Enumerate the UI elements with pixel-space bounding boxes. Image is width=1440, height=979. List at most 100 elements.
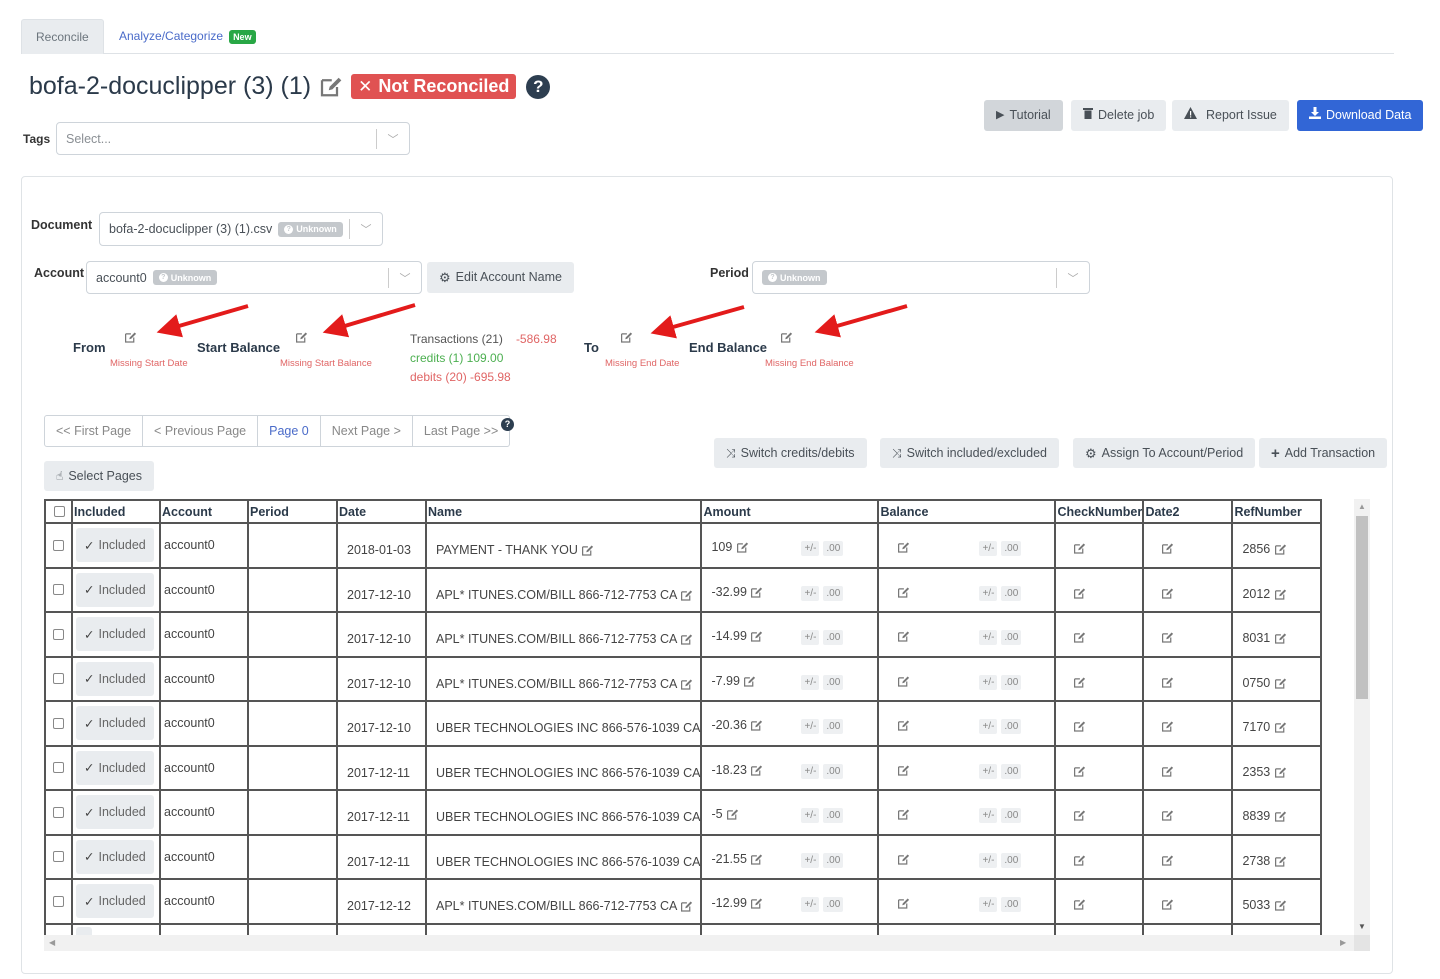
current-page[interactable]: Page 0 <box>258 416 321 446</box>
edit-checknumber-icon[interactable] <box>1073 587 1086 600</box>
amount-sign-toggle[interactable]: +/- <box>801 541 820 557</box>
period-select[interactable]: ? Unknown ﹀ <box>752 261 1090 294</box>
balance-sign-toggle[interactable]: +/- <box>979 808 998 824</box>
edit-amount-icon[interactable] <box>750 897 763 910</box>
amount-decimals-button[interactable]: .00 <box>823 674 844 690</box>
edit-account-name-button[interactable]: ⚙ Edit Account Name <box>427 262 574 293</box>
chevron-down-icon[interactable]: ﹀ <box>389 270 421 286</box>
row-checkbox[interactable] <box>53 539 64 551</box>
edit-date2-icon[interactable] <box>1161 587 1174 600</box>
edit-date2-icon[interactable] <box>1161 631 1174 644</box>
assign-account-period-button[interactable]: ⚙ Assign To Account/Period <box>1073 438 1256 468</box>
edit-balance-icon[interactable] <box>897 764 910 777</box>
first-page-button[interactable]: << First Page <box>45 416 144 446</box>
row-checkbox[interactable] <box>53 717 64 729</box>
row-checkbox[interactable] <box>53 851 64 863</box>
edit-amount-icon[interactable] <box>750 586 763 599</box>
edit-name-icon[interactable] <box>680 589 693 602</box>
column-header[interactable]: Account <box>159 499 249 524</box>
edit-amount-icon[interactable] <box>736 541 749 554</box>
included-toggle-button[interactable]: ✓ Included <box>76 661 154 696</box>
switch-credits-debits-button[interactable]: ⤨ Switch credits/debits <box>714 438 867 468</box>
balance-sign-toggle[interactable]: +/- <box>979 852 998 868</box>
switch-included-excluded-button[interactable]: ⤨ Switch included/excluded <box>880 438 1059 468</box>
vertical-scroll-thumb[interactable] <box>1356 516 1368 699</box>
balance-decimals-button[interactable]: .00 <box>1001 852 1022 868</box>
document-select[interactable]: bofa-2-docuclipper (3) (1).csv ? Unknown … <box>99 212 383 246</box>
edit-amount-icon[interactable] <box>750 853 763 866</box>
amount-decimals-button[interactable]: .00 <box>823 541 844 557</box>
amount-sign-toggle[interactable]: +/- <box>801 674 820 690</box>
chevron-down-icon[interactable]: ﹀ <box>1057 270 1089 286</box>
included-toggle-button[interactable]: ✓ Included <box>76 795 154 830</box>
scroll-down-icon[interactable]: ▼ <box>1358 922 1366 931</box>
included-toggle-button[interactable]: ✓ Included <box>76 617 154 652</box>
amount-sign-toggle[interactable]: +/- <box>801 630 820 646</box>
edit-checknumber-icon[interactable] <box>1073 676 1086 689</box>
edit-start-balance-icon[interactable] <box>295 331 308 344</box>
amount-decimals-button[interactable]: .00 <box>823 719 844 735</box>
edit-amount-icon[interactable] <box>743 675 756 688</box>
select-pages-button[interactable]: ☝ Select Pages <box>44 461 154 491</box>
tab-reconcile[interactable]: Reconcile <box>21 19 104 54</box>
delete-job-button[interactable]: Delete job <box>1071 100 1167 131</box>
edit-checknumber-icon[interactable] <box>1073 631 1086 644</box>
column-header[interactable]: Name <box>424 499 703 524</box>
edit-balance-icon[interactable] <box>897 675 910 688</box>
edit-amount-icon[interactable] <box>750 764 763 777</box>
amount-sign-toggle[interactable]: +/- <box>801 897 820 913</box>
included-toggle-button[interactable]: ✓ Included <box>76 750 154 785</box>
column-header[interactable]: Balance <box>877 499 1057 524</box>
edit-refnumber-icon[interactable] <box>1274 899 1287 912</box>
edit-refnumber-icon[interactable] <box>1274 721 1287 734</box>
edit-date2-icon[interactable] <box>1161 720 1174 733</box>
chevron-down-icon[interactable]: ﹀ <box>377 131 409 147</box>
balance-decimals-button[interactable]: .00 <box>1001 630 1022 646</box>
vertical-scrollbar[interactable]: ▲ ▼ <box>1354 499 1370 935</box>
column-header[interactable]: Date2 <box>1142 499 1234 524</box>
edit-date2-icon[interactable] <box>1161 854 1174 867</box>
balance-sign-toggle[interactable]: +/- <box>979 674 998 690</box>
balance-decimals-button[interactable]: .00 <box>1001 808 1022 824</box>
balance-sign-toggle[interactable]: +/- <box>979 630 998 646</box>
included-toggle-button[interactable]: ✓ Included <box>76 706 154 741</box>
column-header[interactable]: Date <box>336 499 427 524</box>
included-toggle-button[interactable]: ✓ Included <box>76 528 154 563</box>
balance-sign-toggle[interactable]: +/- <box>979 585 998 601</box>
column-header[interactable]: CheckNumber <box>1054 499 1145 524</box>
edit-amount-icon[interactable] <box>750 719 763 732</box>
select-all-checkbox[interactable] <box>53 506 65 517</box>
column-header[interactable]: RefNumber <box>1231 499 1323 524</box>
tutorial-button[interactable]: ▶ Tutorial <box>984 100 1063 131</box>
column-header[interactable]: Included <box>71 499 161 524</box>
last-page-button[interactable]: Last Page >> <box>413 416 509 446</box>
included-toggle-button[interactable]: ✓ Included <box>76 839 154 874</box>
edit-checknumber-icon[interactable] <box>1073 720 1086 733</box>
account-select[interactable]: account0 ? Unknown ﹀ <box>86 261 422 294</box>
edit-name-icon[interactable] <box>680 678 693 691</box>
help-icon[interactable]: ? <box>526 74 551 99</box>
scroll-up-icon[interactable]: ▲ <box>1358 502 1366 511</box>
balance-decimals-button[interactable]: .00 <box>1001 719 1022 735</box>
amount-sign-toggle[interactable]: +/- <box>801 763 820 779</box>
edit-refnumber-icon[interactable] <box>1274 543 1287 556</box>
edit-end-balance-icon[interactable] <box>780 331 793 344</box>
balance-decimals-button[interactable]: .00 <box>1001 674 1022 690</box>
included-toggle-button[interactable]: ✓ Included <box>76 572 154 607</box>
amount-sign-toggle[interactable]: +/- <box>801 585 820 601</box>
add-transaction-button[interactable]: + Add Transaction <box>1259 438 1388 468</box>
edit-balance-icon[interactable] <box>897 630 910 643</box>
tab-analyze-categorize[interactable]: Analyze/Categorize New <box>105 19 270 54</box>
edit-date2-icon[interactable] <box>1161 898 1174 911</box>
edit-refnumber-icon[interactable] <box>1274 588 1287 601</box>
next-page-button[interactable]: Next Page > <box>321 416 413 446</box>
amount-decimals-button[interactable]: .00 <box>823 897 844 913</box>
edit-checknumber-icon[interactable] <box>1073 809 1086 822</box>
edit-balance-icon[interactable] <box>897 541 910 554</box>
edit-refnumber-icon[interactable] <box>1274 810 1287 823</box>
edit-balance-icon[interactable] <box>897 808 910 821</box>
horizontal-scrollbar[interactable]: ◀ ▶ <box>44 935 1354 951</box>
balance-sign-toggle[interactable]: +/- <box>979 719 998 735</box>
edit-date2-icon[interactable] <box>1161 542 1174 555</box>
edit-title-icon[interactable] <box>319 75 343 99</box>
